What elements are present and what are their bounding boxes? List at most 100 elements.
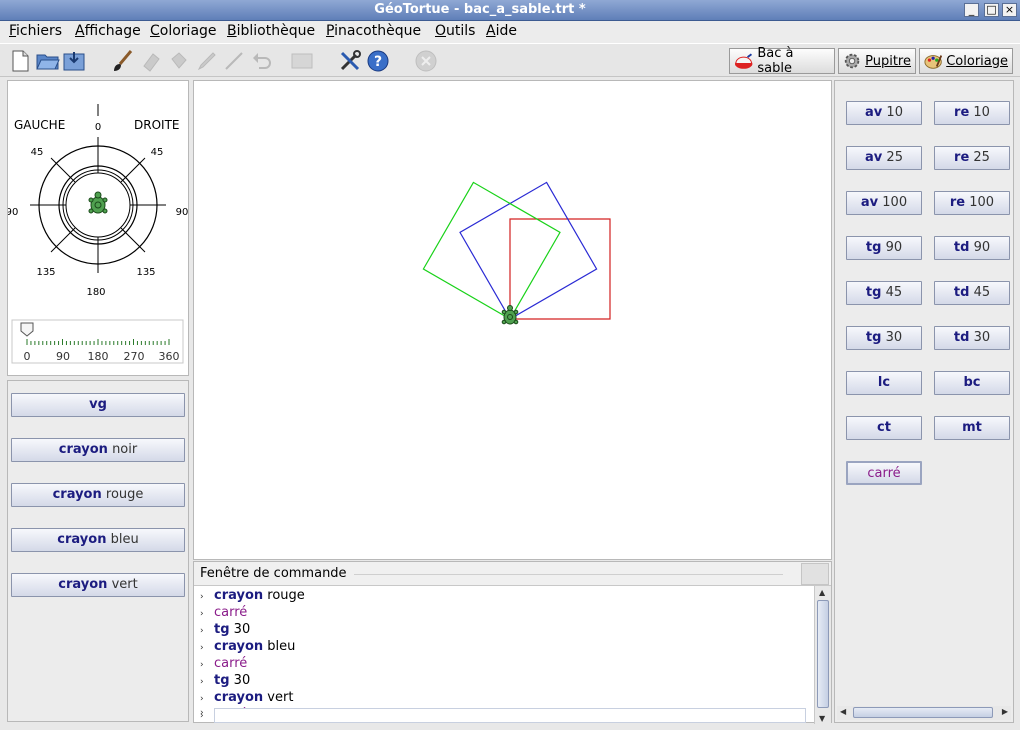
menu-aide[interactable]: Aide [486, 23, 517, 39]
mode-pupitre-button[interactable]: Pupitre [838, 48, 916, 74]
angle-label: 90 [8, 207, 18, 218]
open-folder-icon[interactable] [35, 48, 61, 74]
command-history-line: › crayon rouge [200, 588, 305, 603]
td-30-button[interactable]: td 30 [934, 326, 1010, 350]
brush-icon[interactable] [110, 48, 136, 74]
bucket-icon[interactable] [166, 48, 192, 74]
tg-30-button[interactable]: tg 30 [846, 326, 922, 350]
command-history-line: › crayon bleu [200, 639, 296, 654]
angle-label: 135 [136, 267, 155, 278]
window-title: GéoTortue - bac_a_sable.trt * [374, 2, 586, 17]
save-icon[interactable] [62, 48, 88, 74]
tg-90-button[interactable]: tg 90 [846, 236, 922, 260]
title-bar: GéoTortue - bac_a_sable.trt * _ □ × [0, 0, 1020, 21]
crayon-rouge-button[interactable]: crayon rouge [11, 483, 185, 507]
command-scrollbar[interactable]: ▲ ▼ [814, 586, 831, 724]
command-window-header: Fenêtre de commande [194, 562, 831, 586]
menu-outils[interactable]: Outils [435, 23, 475, 39]
crayon-vert-button[interactable]: crayon vert [11, 573, 185, 597]
menu-pinacotheque[interactable]: Pinacothèque [326, 23, 421, 39]
av-100-button[interactable]: av 100 [846, 191, 922, 215]
td-90-button[interactable]: td 90 [934, 236, 1010, 260]
toolbar: ? Bac à sable Pupitre Coloriage [0, 43, 1020, 77]
menu-coloriage[interactable]: Coloriage [150, 23, 217, 39]
run-command-button[interactable] [801, 563, 829, 585]
angle-label: 90 [176, 207, 189, 218]
angle-label: 180 [86, 287, 105, 298]
menu-label: ide [495, 23, 517, 39]
gear-icon [844, 53, 860, 69]
slider-label: 270 [124, 350, 145, 363]
menu-bar: Fichiers Affichage Coloriage Bibliothèqu… [0, 21, 1020, 43]
drawing-canvas[interactable] [193, 80, 832, 560]
re-10-button[interactable]: re 10 [934, 101, 1010, 125]
compass-panel: 0 45 45 90 90 135 135 180 GAUCHE DROITE … [7, 80, 189, 376]
right-panel-scrollbar[interactable]: ◀ ▶ [837, 706, 1011, 720]
undo-icon[interactable] [249, 48, 275, 74]
mode-bac-a-sable-button[interactable]: Bac à sable [729, 46, 835, 76]
mode-coloriage-button[interactable]: Coloriage [919, 48, 1013, 74]
av-25-button[interactable]: av 25 [846, 146, 922, 170]
menu-fichiers[interactable]: Fichiers [9, 23, 62, 39]
menu-label: ffichage [84, 23, 141, 39]
mode-label: Bac à sable [757, 46, 794, 76]
menu-affichage[interactable]: Affichage [75, 23, 141, 39]
angle-label: 45 [151, 147, 164, 158]
drawn-square [422, 181, 561, 320]
drawing-surface [422, 181, 611, 325]
ct-button[interactable]: ct [846, 416, 922, 440]
carre-button[interactable]: carré [846, 461, 922, 485]
command-window-title: Fenêtre de commande [200, 566, 347, 581]
command-history-line: › tg 30 [200, 622, 251, 637]
help-icon[interactable]: ? [365, 48, 391, 74]
command-history-line: › tg 30 [200, 673, 251, 688]
menu-label: ichiers [16, 23, 63, 39]
new-file-icon[interactable] [7, 48, 33, 74]
svg-text:?: ? [374, 54, 382, 70]
close-button[interactable]: × [1002, 3, 1017, 17]
scrollbar-thumb[interactable] [817, 600, 829, 708]
droite-label: DROITE [134, 118, 179, 132]
menu-bibliotheque[interactable]: Bibliothèque [227, 23, 315, 39]
image-icon[interactable] [289, 48, 315, 74]
re-100-button[interactable]: re 100 [934, 191, 1010, 215]
mt-button[interactable]: mt [934, 416, 1010, 440]
lc-button[interactable]: lc [846, 371, 922, 395]
left-button-panel: vg crayon noir crayon rouge crayon bleu … [7, 380, 189, 722]
palette-icon [924, 55, 943, 69]
av-10-button[interactable]: av 10 [846, 101, 922, 125]
command-history-line: ›carré [200, 605, 248, 620]
slider-label: 90 [56, 350, 70, 363]
scrollbar-thumb[interactable] [853, 707, 993, 718]
line-icon[interactable] [221, 48, 247, 74]
crayon-noir-button[interactable]: crayon noir [11, 438, 185, 462]
crayon-bleu-button[interactable]: crayon bleu [11, 528, 185, 552]
menu-label: ibliothèque [236, 23, 316, 39]
gauche-label: GAUCHE [14, 118, 65, 132]
command-window: Fenêtre de commande › crayon rouge › carré ›… [193, 561, 832, 724]
vg-button[interactable]: vg [11, 393, 185, 417]
maximize-button[interactable]: □ [984, 3, 999, 17]
compass-dial[interactable]: 0 45 45 90 90 135 135 180 GAUCHE DROITE … [8, 81, 190, 377]
mode-label: Coloriage [946, 53, 1008, 69]
tools-icon[interactable] [337, 48, 363, 74]
menu-label: utils [446, 23, 476, 39]
minimize-button[interactable]: _ [964, 3, 979, 17]
angle-label: 135 [36, 267, 55, 278]
command-history-line: ›carré [200, 656, 248, 671]
pipette-icon[interactable] [193, 48, 219, 74]
slider-label: 360 [159, 350, 180, 363]
drawn-square [509, 218, 611, 320]
td-45-button[interactable]: td 45 [934, 281, 1010, 305]
menu-label: oloriage [159, 23, 217, 39]
turtle-icon [501, 305, 519, 325]
command-input[interactable] [214, 708, 806, 723]
sandbox-icon [734, 53, 753, 69]
bc-button[interactable]: bc [934, 371, 1010, 395]
stop-icon[interactable] [413, 48, 439, 74]
eraser-icon[interactable] [138, 48, 164, 74]
prompt-glyph: › [200, 708, 204, 718]
tg-45-button[interactable]: tg 45 [846, 281, 922, 305]
re-25-button[interactable]: re 25 [934, 146, 1010, 170]
menu-label: inacothèque [334, 23, 422, 39]
